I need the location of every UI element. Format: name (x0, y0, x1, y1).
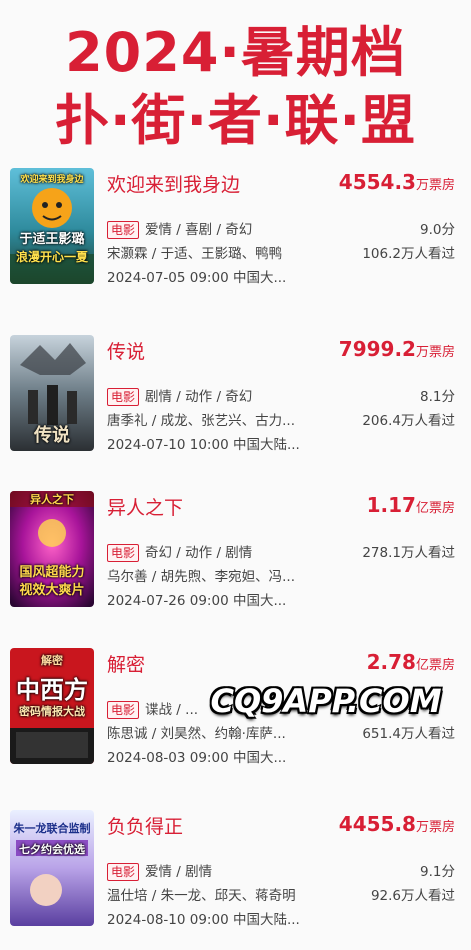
movie-cast: 唐季礼 / 成龙、张艺兴、古力... (107, 413, 296, 429)
poster-caption: 欢迎来到我身边 (20, 175, 84, 185)
movie-item[interactable]: 欢迎来到我身边 于适王影璐 浪漫开心一夏 欢迎来到我身边 4554.3万票房 电… (0, 168, 471, 308)
movie-viewers: 106.2万人看过 (362, 246, 455, 262)
movie-cast-row: 唐季礼 / 成龙、张艺兴、古力... 206.4万人看过 (107, 409, 455, 431)
box-office-unit: 亿票房 (415, 658, 455, 673)
movie-release-row: 2024-07-10 10:00 中国大陆... (107, 433, 455, 455)
movie-title[interactable]: 传说 (107, 337, 145, 364)
movie-title[interactable]: 异人之下 (107, 493, 183, 520)
poster-caption: 异人之下 (30, 493, 74, 506)
box-office-value: 7999.2 (338, 337, 416, 361)
movie-rating: 8.1分 (420, 389, 455, 405)
movie-release: 2024-07-10 10:00 中国大陆... (107, 437, 300, 453)
box-office-value: 4455.8 (338, 812, 416, 836)
movie-title[interactable]: 负负得正 (107, 812, 183, 839)
movie-viewers: 206.4万人看过 (362, 413, 455, 429)
movie-viewers: 278.1万人看过 (362, 545, 455, 561)
movie-item[interactable]: 传说 传说 7999.2万票房 电影 剧情 / 动作 / 奇幻 8.1分 唐季礼 … (0, 335, 471, 475)
movie-genres: 谍战 / ... (145, 702, 199, 718)
movie-cast: 乌尔善 / 胡先煦、李宛妲、冯... (107, 569, 296, 585)
movie-meta-row: 电影 奇幻 / 动作 / 剧情 278.1万人看过 (107, 541, 455, 563)
poster-caption: 密码情报大战 (19, 705, 85, 718)
movie-release: 2024-07-05 09:00 中国大... (107, 270, 287, 286)
movie-title[interactable]: 欢迎来到我身边 (107, 170, 240, 197)
box-office: 4455.8万票房 (339, 812, 455, 836)
movie-release-row: 2024-07-26 09:00 中国大... (107, 589, 455, 611)
page-header: 2024·暑期档 扑·街·者·联·盟 (0, 0, 471, 152)
movie-meta-row: 电影 爱情 / 喜剧 / 奇幻 9.0分 (107, 218, 455, 240)
movie-item[interactable]: 异人之下 国风超能力 视效大爽片 异人之下 1.17亿票房 电影 奇幻 / 动作 … (0, 491, 471, 631)
movie-release-row: 2024-08-03 09:00 中国大... (107, 746, 455, 768)
poster-caption: 浪漫开心一夏 (15, 250, 88, 264)
movie-meta-row: 电影 剧情 / 动作 / 奇幻 8.1分 (107, 385, 455, 407)
movie-genres: 剧情 / 动作 / 奇幻 (145, 389, 253, 405)
movie-tag: 电影 (107, 221, 140, 239)
box-office: 1.17亿票房 (367, 493, 455, 517)
movie-rating: 9.0分 (420, 222, 455, 238)
box-office-unit: 万票房 (415, 178, 455, 193)
movie-cast-row: 宋灏霖 / 于适、王影璐、鸭鸭 106.2万人看过 (107, 242, 455, 264)
movie-poster[interactable]: 朱一龙联合监制 七夕约会优选 (10, 810, 94, 926)
box-office-value: 2.78 (366, 650, 416, 674)
movie-genres: 爱情 / 剧情 (145, 864, 213, 880)
movie-genres: 爱情 / 喜剧 / 奇幻 (145, 222, 253, 238)
poster-caption: 国风超能力 (19, 565, 85, 580)
movie-poster[interactable]: 解密 中西方 密码情报大战 (10, 648, 94, 764)
movie-title[interactable]: 解密 (107, 650, 145, 677)
movie-poster[interactable]: 欢迎来到我身边 于适王影璐 浪漫开心一夏 (10, 168, 94, 284)
movie-cast-row: 温仕培 / 朱一龙、邱天、蒋奇明 92.6万人看过 (107, 884, 455, 906)
movie-cast: 温仕培 / 朱一龙、邱天、蒋奇明 (107, 888, 296, 904)
box-office-value: 1.17 (366, 493, 416, 517)
box-office-unit: 万票房 (415, 345, 455, 360)
movie-tag: 电影 (107, 388, 140, 406)
movie-poster[interactable]: 传说 (10, 335, 94, 451)
header-subtitle: 扑·街·者·联·盟 (54, 89, 417, 152)
movie-tag: 电影 (107, 544, 140, 562)
poster-caption: 解密 (41, 654, 63, 667)
movie-meta-row: 电影 爱情 / 剧情 9.1分 (107, 860, 455, 882)
movie-release: 2024-08-10 09:00 中国大陆... (107, 912, 300, 928)
box-office-value: 4554.3 (338, 170, 416, 194)
poster-caption: 视效大爽片 (19, 583, 85, 598)
box-office: 4554.3万票房 (339, 170, 455, 194)
movie-poster[interactable]: 异人之下 国风超能力 视效大爽片 (10, 491, 94, 607)
poster-caption: 中西方 (16, 676, 88, 704)
movie-cast-row: 乌尔善 / 胡先煦、李宛妲、冯... (107, 565, 455, 587)
movie-item[interactable]: 朱一龙联合监制 七夕约会优选 负负得正 4455.8万票房 电影 爱情 / 剧情 … (0, 810, 471, 950)
movie-tag: 电影 (107, 701, 140, 719)
poster-caption: 于适王影璐 (19, 232, 85, 247)
poster-caption: 朱一龙联合监制 (13, 822, 91, 835)
box-office: 2.78亿票房 (367, 650, 455, 674)
watermark-text: CQ9APP.COM (210, 682, 442, 720)
box-office: 7999.2万票房 (339, 337, 455, 361)
movie-release: 2024-08-03 09:00 中国大... (107, 750, 287, 766)
movie-viewers: 92.6万人看过 (370, 888, 455, 904)
poster-caption: 七夕约会优选 (19, 843, 85, 856)
movie-release-row: 2024-08-10 09:00 中国大陆... (107, 908, 455, 930)
box-office-unit: 万票房 (415, 820, 455, 835)
movie-tag: 电影 (107, 863, 140, 881)
movie-genres: 奇幻 / 动作 / 剧情 (145, 545, 253, 561)
movie-cast: 宋灏霖 / 于适、王影璐、鸭鸭 (107, 246, 283, 262)
box-office-unit: 亿票房 (415, 501, 455, 516)
poster-caption: 传说 (34, 425, 70, 446)
movie-release-row: 2024-07-05 09:00 中国大... (107, 266, 455, 288)
movie-rating: 9.1分 (420, 864, 455, 880)
movie-release: 2024-07-26 09:00 中国大... (107, 593, 287, 609)
